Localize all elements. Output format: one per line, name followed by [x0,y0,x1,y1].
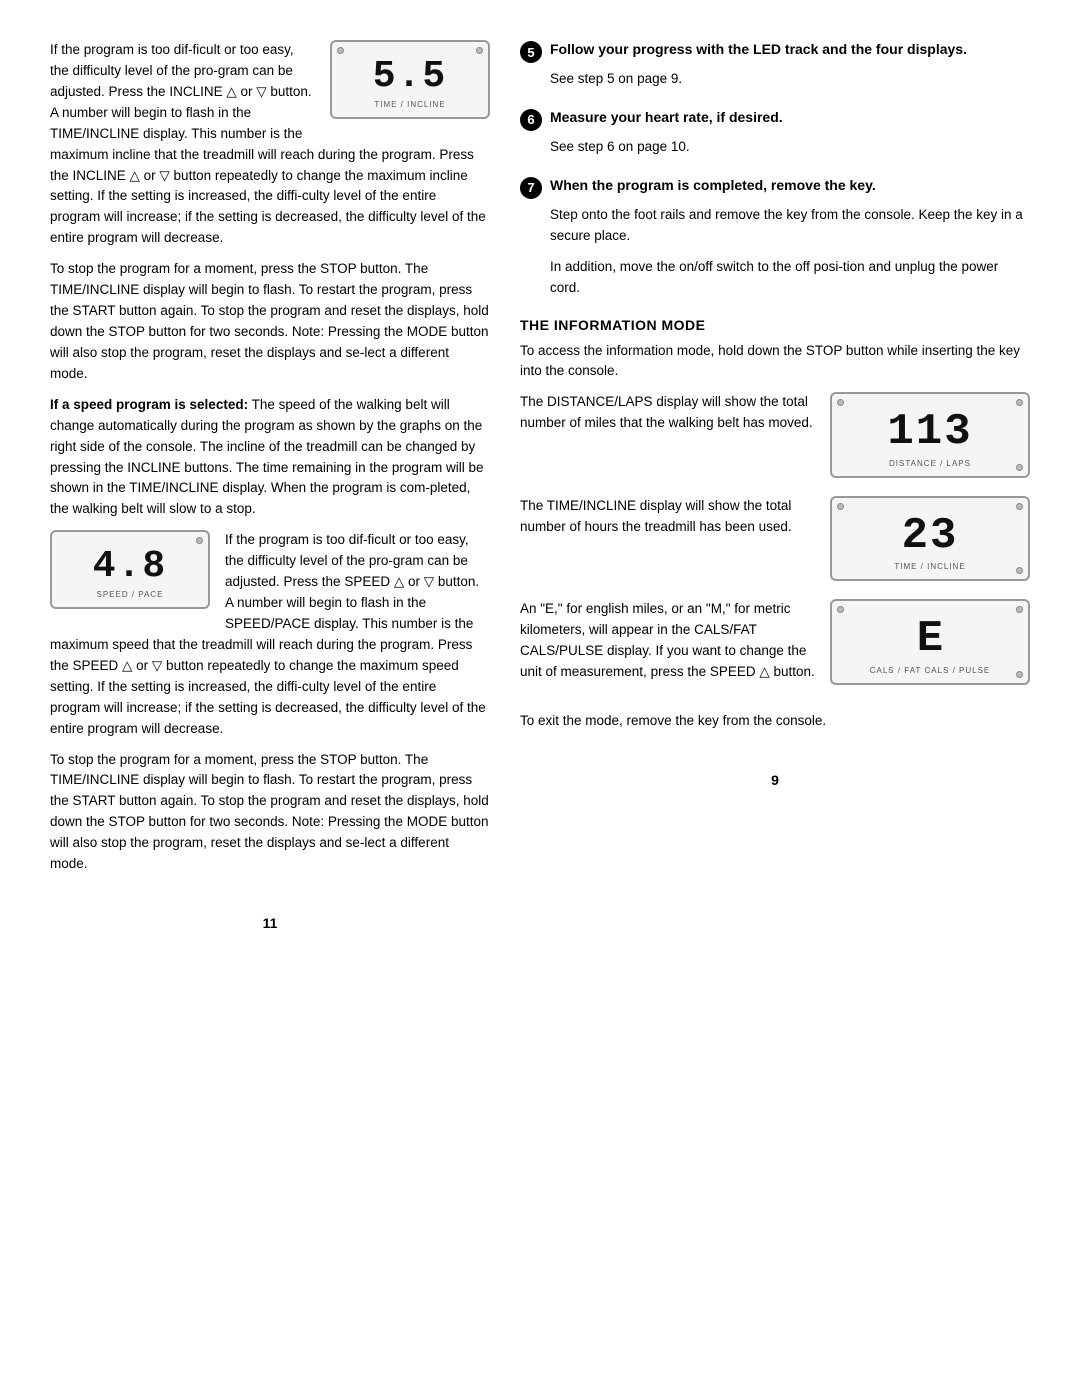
info-outro: To exit the mode, remove the key from th… [520,711,1030,732]
display-time-incline-info: 23 TIME / INCLINE [830,496,1030,581]
display-label-1: TIME / INCLINE [342,100,478,109]
step-7-title: When the program is completed, remove th… [550,176,876,196]
dot-br-d1 [1016,464,1023,471]
display-num-cals: E [842,615,1018,663]
step-6: 6 Measure your heart rate, if desired. S… [520,108,1030,158]
distance-laps-text: The DISTANCE/LAPS display will show the … [520,392,815,434]
info-intro: To access the information mode, hold dow… [520,341,1030,383]
left-section-1: 5.5 TIME / INCLINE If the program is too… [50,40,490,259]
info-section-title: THE INFORMATION MODE [520,317,1030,333]
dot-tr-2 [196,537,203,544]
display-label-2: SPEED / PACE [62,590,198,599]
step-5-circle: 5 [520,41,542,63]
dot-br-d2 [1016,567,1023,574]
display-time-incline-1: 5.5 TIME / INCLINE [330,40,490,119]
left-para-5: To stop the program for a moment, press … [50,750,490,876]
left-section-2: 4.8 SPEED / PACE If the program is too d… [50,530,490,749]
display-distance-laps: 113 DISTANCE / LAPS [830,392,1030,477]
display-speed-pace: 4.8 SPEED / PACE [50,530,210,609]
cals-row: An "E," for english miles, or an "M," fo… [520,599,1030,693]
step-6-title: Measure your heart rate, if desired. [550,108,783,128]
time-incline-row: The TIME/INCLINE display will show the t… [520,496,1030,581]
display-num-distance: 113 [842,408,1018,456]
step-7-circle: 7 [520,177,542,199]
display-num-time: 23 [842,512,1018,560]
display-number-1: 5.5 [342,56,478,98]
dot-tl-d1 [837,399,844,406]
step-5: 5 Follow your progress with the LED trac… [520,40,1030,90]
left-para-3: If a speed program is selected: The spee… [50,395,490,521]
distance-laps-row: The DISTANCE/LAPS display will show the … [520,392,1030,477]
left-para-3-bold: If a speed program is selected: [50,397,248,412]
step-6-body: See step 6 on page 10. [550,137,1030,158]
page-number-left: 11 [50,915,490,931]
dot-br-d3 [1016,671,1023,678]
dot-tr-d1 [1016,399,1023,406]
info-section: THE INFORMATION MODE To access the infor… [520,317,1030,732]
display-label-distance: DISTANCE / LAPS [842,459,1018,468]
display-label-cals: CALS / FAT CALS / PULSE [842,666,1018,675]
display-cals: E CALS / FAT CALS / PULSE [830,599,1030,684]
dot-tl-d3 [837,606,844,613]
page-number-right: 9 [520,772,1030,788]
left-para-2: To stop the program for a moment, press … [50,259,490,385]
display-label-time: TIME / INCLINE [842,562,1018,571]
display-number-2: 4.8 [62,546,198,588]
step-7: 7 When the program is completed, remove … [520,176,1030,299]
step-7-body1: Step onto the foot rails and remove the … [550,205,1030,247]
step-5-title: Follow your progress with the LED track … [550,40,967,60]
cals-text: An "E," for english miles, or an "M," fo… [520,599,815,683]
dot-tl [337,47,344,54]
left-para-3-rest: The speed of the walking belt will chang… [50,397,483,517]
dot-tr [476,47,483,54]
step-5-body: See step 5 on page 9. [550,69,1030,90]
dot-tl-d2 [837,503,844,510]
step-6-circle: 6 [520,109,542,131]
dot-tr-d2 [1016,503,1023,510]
time-incline-text: The TIME/INCLINE display will show the t… [520,496,815,538]
step-7-body2: In addition, move the on/off switch to t… [550,257,1030,299]
dot-tr-d3 [1016,606,1023,613]
